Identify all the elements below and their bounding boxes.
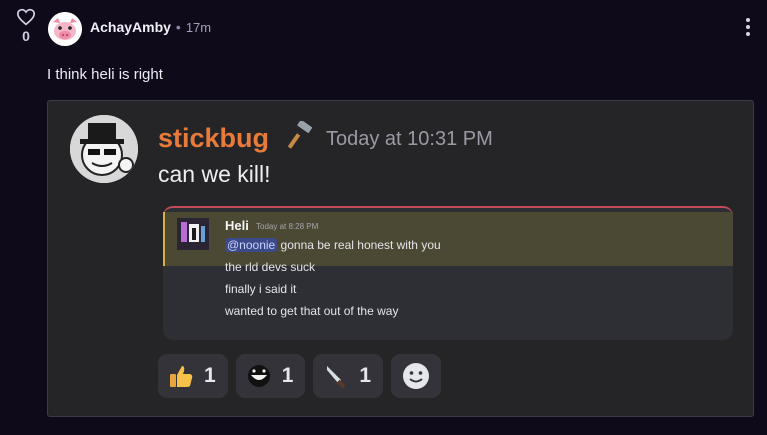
reply-line-4: wanted to get that out of the way: [225, 304, 399, 318]
user-mention: @noonie: [225, 238, 278, 252]
embedded-image[interactable]: stickbug Today at 10:31 PM can we kill! …: [47, 100, 754, 417]
add-reaction-button: [391, 354, 442, 398]
reply-line-3: finally i said it: [225, 282, 297, 296]
discord-username: stickbug: [158, 123, 270, 153]
reaction-thumbs-up: 1: [158, 354, 228, 398]
thumbs-up-icon: [168, 363, 194, 389]
comment-text: I think heli is right: [47, 66, 163, 83]
reply-timestamp: Today at 8:28 PM: [256, 222, 319, 231]
quoted-message-card: Heli Today at 8:28 PM @noonie gonna be r…: [163, 206, 733, 340]
user-avatar[interactable]: [48, 12, 82, 46]
post-time: 17m: [185, 20, 212, 35]
reply-line-1-text: gonna be real honest with you: [277, 238, 441, 252]
knife-icon: [323, 363, 349, 389]
smiley-icon: [403, 363, 430, 389]
more-options-icon[interactable]: [745, 18, 751, 39]
discord-avatar: [70, 115, 138, 183]
reply-avatar: [177, 218, 209, 250]
reaction-count: 1: [281, 364, 294, 387]
reaction-knife: 1: [313, 354, 384, 398]
pixel-art-avatar-icon: [177, 218, 209, 250]
heart-icon[interactable]: [16, 8, 36, 26]
spy-character-avatar-icon: [70, 115, 138, 183]
author-name[interactable]: AchayAmby: [90, 19, 171, 35]
separator-dot: •: [175, 19, 181, 35]
reaction-grin: 1: [235, 354, 306, 398]
grinning-face-icon: [246, 363, 272, 389]
reply-line-1: @noonie gonna be real honest with you: [225, 238, 441, 252]
cow-avatar-icon: [48, 12, 82, 46]
reaction-count: 1: [204, 364, 216, 387]
post-author-line: AchayAmby • 17m: [90, 19, 211, 35]
discord-timestamp: Today at 10:31 PM: [326, 128, 493, 150]
vote-column: 0: [14, 8, 38, 44]
discord-message: can we kill!: [158, 161, 271, 187]
vote-count: 0: [22, 28, 30, 44]
reply-author: Heli: [225, 218, 249, 233]
hammer-icon: [287, 121, 313, 149]
reply-line-2: the rld devs suck: [225, 260, 316, 274]
reaction-count: 1: [359, 364, 372, 387]
reaction-bar: 1 1 1: [158, 354, 442, 398]
